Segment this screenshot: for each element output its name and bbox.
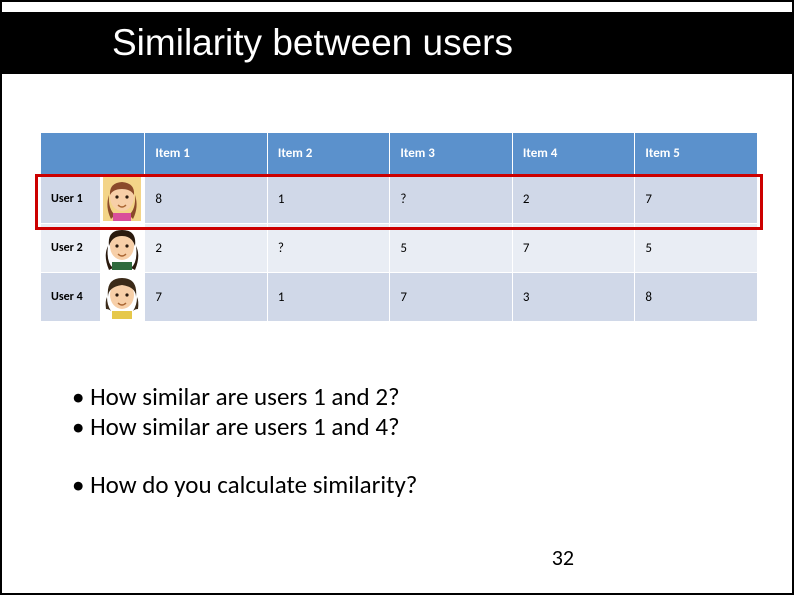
cell: 1: [267, 175, 390, 224]
col-item2: Item 2: [267, 133, 390, 175]
table-row: User 1: [41, 175, 758, 224]
header-blank: [41, 133, 145, 175]
cell: ?: [390, 175, 513, 224]
cell: 5: [390, 224, 513, 273]
row-label: User 1: [41, 175, 101, 224]
table-row: User 4: [41, 273, 758, 322]
cell: 7: [390, 273, 513, 322]
cell: 8: [145, 175, 268, 224]
table-row: User 2: [41, 224, 758, 273]
bullet-list: • How similar are users 1 and 2? • How s…: [72, 382, 417, 500]
cell: 3: [512, 273, 635, 322]
cell: 7: [635, 175, 758, 224]
col-item1: Item 1: [145, 133, 268, 175]
col-item3: Item 3: [390, 133, 513, 175]
row-label: User 4: [41, 273, 101, 322]
row-label: User 2: [41, 224, 101, 273]
avatar-icon: [103, 177, 141, 221]
title-band: Similarity between users: [2, 12, 792, 74]
cell: 2: [512, 175, 635, 224]
cell: 8: [635, 273, 758, 322]
bullet-item: • How do you calculate similarity?: [72, 470, 417, 500]
avatar-icon: [103, 226, 141, 270]
cell: 7: [512, 224, 635, 273]
col-item5: Item 5: [635, 133, 758, 175]
page-number: 32: [2, 544, 792, 571]
similarity-table: Item 1 Item 2 Item 3 Item 4 Item 5 User …: [40, 132, 758, 322]
avatar: [101, 224, 145, 273]
page-title: Similarity between users: [112, 22, 513, 64]
cell: 7: [145, 273, 268, 322]
avatar-icon: [103, 275, 141, 319]
bullet-item: • How similar are users 1 and 2?: [72, 382, 417, 412]
cell: 1: [267, 273, 390, 322]
bullet-item: • How similar are users 1 and 4?: [72, 412, 417, 442]
cell: 2: [145, 224, 268, 273]
cell: ?: [267, 224, 390, 273]
avatar: [101, 175, 145, 224]
col-item4: Item 4: [512, 133, 635, 175]
cell: 5: [635, 224, 758, 273]
avatar: [101, 273, 145, 322]
